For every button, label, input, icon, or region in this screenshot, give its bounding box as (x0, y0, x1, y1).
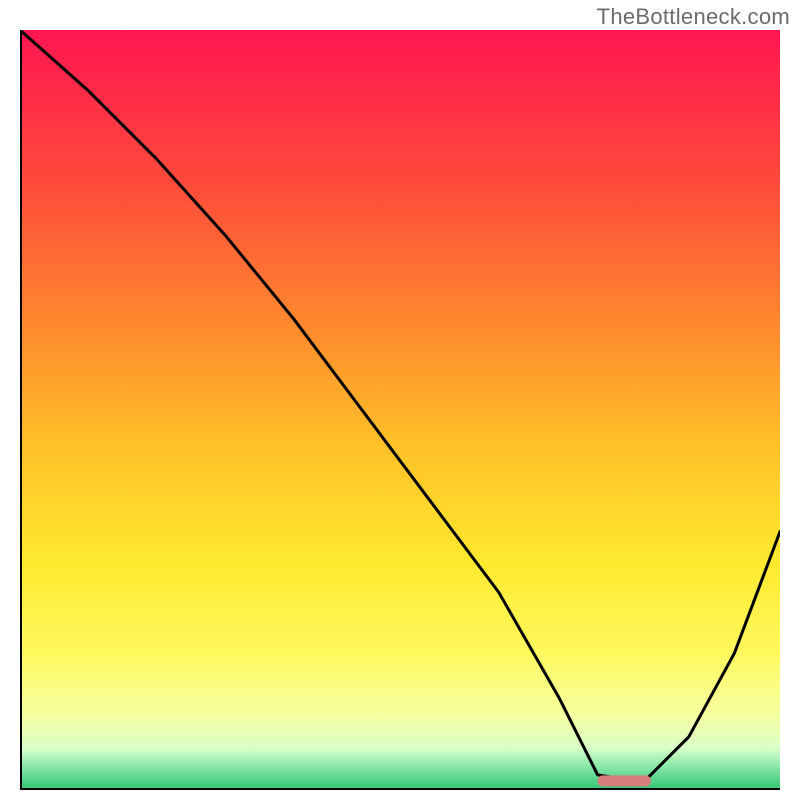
optimum-marker (598, 775, 651, 786)
chart-container: TheBottleneck.com (0, 0, 800, 800)
plot-area (20, 30, 780, 790)
chart-svg (20, 30, 780, 790)
gradient-background (20, 30, 780, 790)
watermark-text: TheBottleneck.com (597, 4, 790, 30)
